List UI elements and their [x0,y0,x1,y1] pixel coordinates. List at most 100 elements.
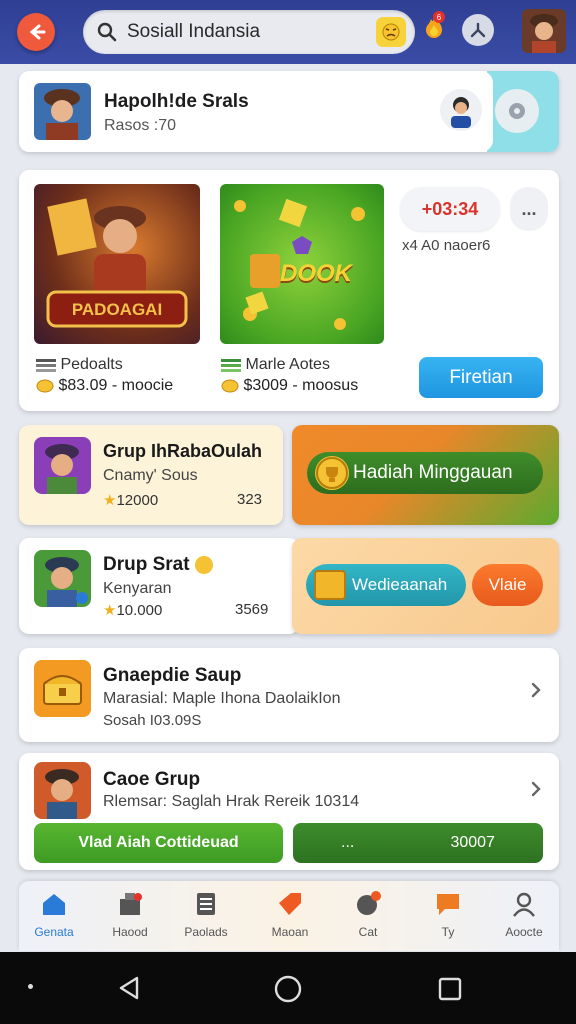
group-card-2[interactable]: Drup Srat Kenyaran ★10.000 3569 [19,538,299,634]
profile-title: Hapolh!de Srals [104,91,249,112]
group-title: Caoe Grup [103,769,201,790]
weekly-reward-button[interactable]: Hadiah Minggauan [307,452,543,494]
profile-action-button[interactable] [495,89,539,133]
profile-card[interactable]: Hapolh!de Srals Rasos :70 [19,71,559,152]
tile-2-art-text: DOOK [280,260,352,287]
group-avatar [34,660,91,717]
claim-label: Vlad Aiah Cottideuad [78,834,239,851]
stack-icon [221,358,241,372]
top-app-bar: Sosiall Indansia 6 [0,0,576,64]
profile-icon [509,889,539,919]
shop-icon [115,889,145,919]
emoji-icon [194,555,213,574]
profile-side-panel [487,71,559,152]
nav-list[interactable]: Paolads [171,889,241,945]
chest-reward-panel: Wedieaanah Vlaie [292,538,559,634]
trophy-icon [315,456,349,490]
tile-1-coins-row: $83.09 - moocie [36,377,173,395]
chevron-right-icon[interactable] [527,780,545,798]
character-avatar-icon [34,83,91,140]
group-avatar [34,762,91,819]
status-dot [28,984,33,989]
group-title-row: Drup Srat [103,554,213,576]
featured-game-tile-1[interactable]: PADOAGAI [34,184,200,344]
group-card-1[interactable]: Grup IhRabaOulah Cnamy' Sous ★12000 323 [19,425,283,525]
nav-label: Genata [34,925,74,939]
progress-dots: ... [341,834,355,851]
group-avatar [34,550,91,607]
star-icon: ★ [103,602,117,619]
weekly-reward-panel: Hadiah Minggauan [292,425,559,525]
chevron-right-icon[interactable] [527,681,545,699]
search-bar[interactable]: Sosiall Indansia [83,10,415,54]
share-button[interactable] [462,14,494,46]
tile-1-label: Pedoalts [60,356,123,373]
system-navigation-bar [0,952,576,1024]
list-icon [191,889,221,919]
message-icon [433,889,463,919]
group-card-3[interactable]: Gnaepdie Saup Marasial: Maple Ihona Daol… [19,648,559,742]
nav-label: Maoan [271,925,309,939]
recents-square-icon[interactable] [437,976,463,1002]
emoji-button[interactable] [376,17,406,47]
user-avatar[interactable] [522,9,566,53]
back-button[interactable] [17,13,55,51]
back-triangle-icon[interactable] [115,974,143,1002]
home-circle-icon[interactable] [273,974,303,1004]
home-icon [39,889,69,919]
tile-2-label-row: Marle Aotes [221,356,330,374]
group-points: 10.000 [116,602,163,619]
nav-label: Cat [358,925,378,939]
nav-shop[interactable]: Haood [95,889,165,945]
warrior-art-icon [46,198,188,328]
search-icon [97,22,117,42]
group-subtitle: Marasial: Maple Ihona DaolaikIon [103,690,341,707]
treasure-chest-icon [34,660,91,717]
view-button[interactable]: Vlaie [472,564,543,606]
tile-1-label-row: Pedoalts [36,356,123,374]
group-title: Grup IhRabaOulah [103,441,263,461]
nav-profile[interactable]: Aoocte [489,889,559,945]
more-options-button[interactable]: ... [510,187,548,231]
nav-message[interactable]: Ty [413,889,483,945]
friend-avatar[interactable] [440,89,482,131]
tag-icon [275,889,305,919]
chest-reward-button[interactable]: Wedieaanah [306,564,466,606]
character-avatar-icon [522,9,566,53]
group-meta: Sosah I03.09S [103,712,202,729]
angry-face-icon [382,23,400,41]
character-avatar-icon [34,437,91,494]
nav-label: Ty [441,925,455,939]
profile-subtitle: Rasos :70 [104,117,177,134]
tile-2-coins: $3009 - moosus [243,377,359,394]
claim-button[interactable]: Vlad Aiah Cottideuad [34,823,283,863]
featured-action-button[interactable]: Firetian [419,357,543,398]
chat-icon [353,889,383,919]
character-avatar-icon [34,550,91,607]
stack-icon [36,358,56,372]
group-subtitle: Rlemsar: Saglah Hrak Rereik 10314 [103,793,360,810]
nav-tag[interactable]: Maoan [255,889,325,945]
weekly-reward-label: Hadiah Minggauan [353,462,513,483]
person-icon [451,97,471,128]
progress-value: 30007 [450,834,495,851]
group-card-4[interactable]: Caoe Grup Rlemsar: Saglah Hrak Rereik 10… [19,753,559,870]
group-count: 323 [237,491,263,508]
nav-home[interactable]: Genata [19,889,89,945]
profile-avatar [34,83,91,140]
nav-chat[interactable]: Cat [333,889,403,945]
nav-label: Haood [112,925,148,939]
timer-pill[interactable]: +03:34 [400,187,500,231]
group-title: Gnaepdie Saup [103,665,242,686]
featured-game-tile-2[interactable]: DOOK [220,184,384,344]
group-avatar [34,437,91,494]
back-arrow-icon [29,24,46,40]
coin-icon [221,379,239,393]
share-icon [470,22,486,38]
featured-card: PADOAGAI DOOK Pedoalts $83.09 - moocie M… [19,170,559,411]
nav-label: Paolads [184,925,228,939]
progress-button[interactable]: ... 30007 [293,823,543,863]
search-input[interactable]: Sosiall Indansia [127,21,260,43]
group-subtitle: Kenyaran [103,580,172,597]
bottom-navigation: Genata Haood Paolads Maoan Cat Ty Aoocte [19,881,559,951]
